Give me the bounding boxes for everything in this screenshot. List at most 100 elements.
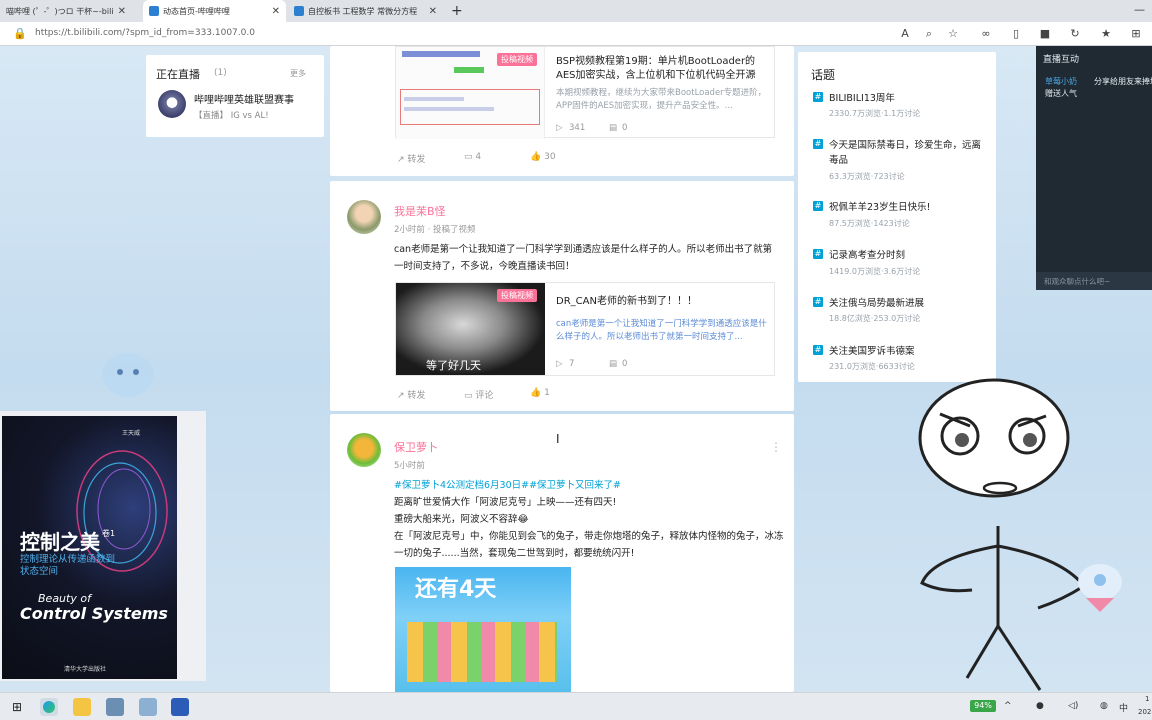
topics-title: 话题 bbox=[811, 68, 836, 82]
game-items bbox=[407, 622, 557, 682]
like-button[interactable]: 👍 30 bbox=[530, 152, 556, 162]
edge-logo bbox=[43, 701, 55, 713]
chat-input[interactable]: 和观众聊点什么吧~ bbox=[1036, 272, 1152, 290]
tab-label: 喵哔哩 (゜-゜)つロ 干杯~-bili bbox=[6, 6, 114, 16]
extension-icon[interactable]: ∞ bbox=[979, 27, 993, 41]
topic-title[interactable]: 今天是国际禁毒日，珍爱生命，远离毒品 bbox=[829, 138, 989, 168]
video-card[interactable]: 等了好几天 投稿视频 DR_CAN老师的新书到了！！！ can老师是第一个让我知… bbox=[395, 282, 775, 376]
bilibili-favicon-icon bbox=[149, 6, 159, 16]
live-streamer-name[interactable]: 哔哩哔哩英雄联盟赛事 bbox=[194, 91, 294, 106]
avatar[interactable] bbox=[347, 200, 381, 234]
video-title[interactable]: BSP视频教程第19期：单片机BootLoader的AES加密实战，含上位机和下… bbox=[556, 55, 768, 83]
zoom-icon[interactable]: ⌕ bbox=[922, 27, 936, 41]
topic-title[interactable]: 祝佩羊羊23岁生日快乐! bbox=[829, 200, 989, 215]
close-icon[interactable]: ✕ bbox=[118, 6, 126, 17]
video-title[interactable]: DR_CAN老师的新书到了！！！ bbox=[556, 292, 768, 307]
live-subtitle[interactable]: 【直播】 IG vs AL! bbox=[194, 109, 269, 121]
share-label: 转发 bbox=[407, 391, 426, 401]
split-screen-icon[interactable]: ▯ bbox=[1009, 27, 1023, 41]
read-aloud-icon[interactable]: A bbox=[898, 27, 912, 41]
app-icon[interactable] bbox=[171, 698, 189, 716]
post-username[interactable]: 保卫萝卜 bbox=[394, 439, 438, 455]
topic-item[interactable]: # BILIBILI13周年 2330.7万浏览·1.1万讨论 bbox=[813, 91, 988, 121]
video-card[interactable]: 投稿视频 BSP视频教程第19期：单片机BootLoader的AES加密实战，含… bbox=[395, 46, 775, 139]
ime-indicator[interactable]: 中 bbox=[1119, 701, 1128, 714]
url-input[interactable]: https://t.bilibili.com/?spm_id_from=333.… bbox=[35, 28, 255, 38]
comment-icon: ▭ bbox=[464, 391, 473, 401]
collections-icon[interactable]: ■ bbox=[1038, 27, 1052, 41]
book-en-line2: Control Systems bbox=[20, 604, 168, 623]
book-volume: 卷1 bbox=[102, 529, 116, 538]
like-button[interactable]: 👍 1 bbox=[530, 388, 550, 398]
like-count: 30 bbox=[544, 152, 556, 162]
post-tags[interactable]: #保卫萝卜4公测定档6月30日##保卫萝卜又回来了# bbox=[394, 477, 621, 494]
comment-label: 评论 bbox=[475, 391, 494, 401]
tab-dynamic[interactable]: 动态首页-哔哩哔哩 ✕ bbox=[143, 0, 286, 22]
more-options-icon[interactable]: ⋮ bbox=[770, 440, 782, 454]
like-icon: 👍 bbox=[530, 388, 542, 398]
chat-message-sub: 赠送人气 bbox=[1045, 89, 1077, 98]
close-icon[interactable]: ✕ bbox=[429, 6, 437, 17]
topic-item[interactable]: # 记录高考查分时刻 1419.0万浏览·3.6万讨论 bbox=[813, 248, 988, 278]
mic-icon[interactable]: ● bbox=[1036, 701, 1044, 711]
clock-date[interactable]: 202 bbox=[1138, 708, 1151, 716]
hashtag-icon: # bbox=[813, 92, 823, 102]
live-count: (1) bbox=[214, 68, 227, 78]
topic-title[interactable]: 记录高考查分时刻 bbox=[829, 248, 989, 263]
topic-stats: 231.0万浏览·6633讨论 bbox=[829, 362, 915, 371]
image-text: 还有4天 bbox=[415, 577, 497, 602]
network-icon[interactable]: ◍ bbox=[1100, 701, 1108, 711]
topic-stats: 87.5万浏览·1423讨论 bbox=[829, 219, 910, 228]
collections-add-icon[interactable]: ⊞ bbox=[1129, 27, 1143, 41]
favorites-icon[interactable]: ★ bbox=[1099, 27, 1113, 41]
comment-button[interactable]: ▭ 评论 bbox=[464, 388, 493, 401]
live-more-link[interactable]: 更多 bbox=[290, 68, 306, 79]
edge-icon[interactable] bbox=[40, 698, 58, 716]
tab-bili-home[interactable]: 喵哔哩 (゜-゜)つロ 干杯~-bili ✕ bbox=[0, 0, 126, 22]
chevron-up-icon[interactable]: ^ bbox=[1004, 701, 1012, 711]
tab-notes[interactable]: 自控板书 工程数学 常微分方程 ✕ bbox=[288, 0, 443, 22]
video-desc: can老师是第一个让我知道了一门科学学到通透应该是什么样子的人。所以老师出书了就… bbox=[556, 319, 767, 342]
thumb-line bbox=[404, 97, 464, 101]
clock-time[interactable]: 1 bbox=[1145, 695, 1149, 703]
share-button[interactable]: ↗ 转发 bbox=[397, 388, 425, 401]
post-meta: 5小时前 bbox=[394, 461, 425, 471]
topic-title[interactable]: BILIBILI13周年 bbox=[829, 91, 989, 106]
refresh-icon[interactable]: ↻ bbox=[1068, 27, 1082, 41]
app-icon[interactable] bbox=[106, 698, 124, 716]
new-tab-button[interactable]: + bbox=[451, 3, 463, 19]
minimize-icon[interactable]: — bbox=[1134, 3, 1145, 16]
topic-title[interactable]: 关注美国罗诉韦德案 bbox=[829, 344, 989, 359]
topic-stats: 18.8亿浏览·253.0万讨论 bbox=[829, 314, 921, 323]
tab-label: 自控板书 工程数学 常微分方程 bbox=[308, 6, 418, 16]
chat-user: 草莓小奶 bbox=[1045, 77, 1077, 86]
comment-button[interactable]: ▭ 4 bbox=[464, 152, 481, 162]
book-publisher: 清华大学出版社 bbox=[64, 666, 107, 673]
battery-indicator[interactable]: 94% bbox=[970, 700, 996, 712]
cursor-icon: I bbox=[556, 432, 560, 446]
share-label: 转发 bbox=[407, 155, 426, 165]
topic-item[interactable]: # 关注俄乌局势最新进展 18.8亿浏览·253.0万讨论 bbox=[813, 296, 988, 326]
post-line: 距离旷世爱情大作「阿波尼克号」上映——还有四天! bbox=[394, 497, 617, 508]
post-text: can老师是第一个让我知道了一门科学学到通透应该是什么样子的人。所以老师出书了就… bbox=[394, 244, 773, 272]
share-icon: ↗ bbox=[397, 155, 405, 165]
lock-icon[interactable]: 🔒 bbox=[13, 27, 27, 41]
app-icon[interactable] bbox=[139, 698, 157, 716]
topic-item[interactable]: # 祝佩羊羊23岁生日快乐! 87.5万浏览·1423讨论 bbox=[813, 200, 988, 230]
live-chat-panel: 直播互动 草莓小奶 分享给朋友来捧场 赠送人气 和观众聊点什么吧~ bbox=[1036, 46, 1152, 290]
hashtag-icon: # bbox=[813, 249, 823, 259]
close-icon[interactable]: ✕ bbox=[272, 6, 280, 17]
topic-title[interactable]: 关注俄乌局势最新进展 bbox=[829, 296, 989, 311]
avatar[interactable] bbox=[347, 433, 381, 467]
avatar[interactable] bbox=[158, 90, 186, 118]
post-username[interactable]: 我是茉B怪 bbox=[394, 203, 446, 219]
favorite-star-icon[interactable]: ☆ bbox=[946, 27, 960, 41]
topic-item[interactable]: # 今天是国际禁毒日，珍爱生命，远离毒品 63.3万浏览·723讨论 bbox=[813, 138, 988, 182]
topic-item[interactable]: # 关注美国罗诉韦德案 231.0万浏览·6633讨论 bbox=[813, 344, 988, 374]
volume-icon[interactable]: ◁) bbox=[1068, 701, 1078, 711]
post-image[interactable]: 还有4天 bbox=[395, 567, 571, 692]
share-button[interactable]: ↗ 转发 bbox=[397, 152, 425, 165]
video-desc: 本期视频教程，继续为大家带来BootLoader专题进阶，APP固件的AES加密… bbox=[556, 88, 767, 111]
file-explorer-icon[interactable] bbox=[73, 698, 91, 716]
start-icon[interactable]: ⊞ bbox=[8, 698, 26, 716]
